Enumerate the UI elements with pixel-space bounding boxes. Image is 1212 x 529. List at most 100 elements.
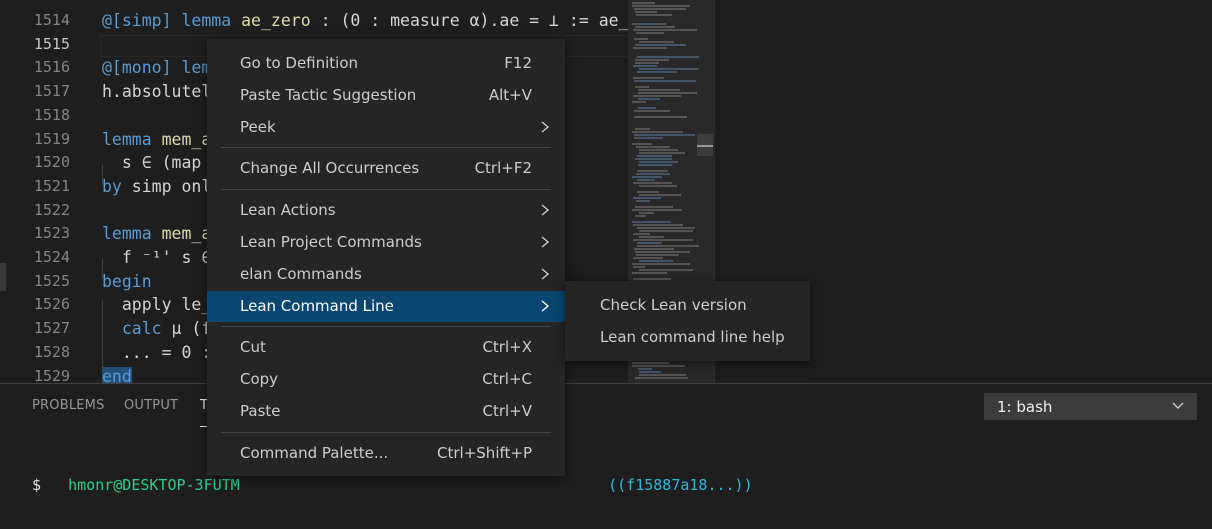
tab-problems[interactable]: PROBLEMS [32,398,105,413]
terminal-select[interactable]: 1: bash [984,393,1197,420]
code-line[interactable]: 1514 @[simp] lemma ae_zero : (0 : measure… [0,9,1212,33]
minimap-line [632,131,683,133]
menu-item-label: Lean Project Commands [240,233,422,251]
minimap-line [632,23,666,25]
menu-item-shortcut: Alt+V [488,85,532,104]
minimap-line [636,14,672,16]
code-line[interactable]: 1518 [0,104,1212,128]
code-line[interactable]: 1519lemma mem_a e f) {s [0,128,1212,152]
menu-item-copy[interactable]: Copy Ctrl+C [207,364,565,395]
minimap-line [637,245,699,247]
minimap-line [633,47,667,49]
code-line[interactable]: 1516@[mono] lem v) : μ [0,56,1212,80]
minimap-line [633,257,663,259]
minimap-line [638,98,660,100]
minimap-line [633,29,697,31]
code-token: h.absolutel [102,82,212,102]
minimap-line [634,248,674,250]
code-token: @[simp] [102,11,172,30]
line-number: 1525 [33,271,70,290]
menu-item-label: Go to Definition [240,54,359,72]
menu-item-label: Peek [240,117,276,136]
menu-item-peek[interactable]: Peek [207,112,565,143]
minimap-line [633,266,645,268]
menu-item-elan-commands[interactable]: elan Commands [207,259,565,290]
code-text: s ∈ (map [102,151,201,175]
menu-item-change-all-occurrences[interactable]: Change All Occurrences Ctrl+F2 [207,153,565,184]
chevron-right-icon [541,121,550,133]
minimap-line [633,182,672,184]
code-line[interactable]: 1524 f ⁻¹' s ∈ [0,246,1212,270]
indent-guide [102,300,103,370]
code-token: calc [121,319,162,339]
code-token: apply le_ [102,295,212,315]
chevron-right-icon [541,236,550,248]
minimap-line [639,260,673,262]
line-number: 1518 [33,105,70,124]
minimap-line [632,263,690,265]
code-token: s ∈ (map [102,153,202,173]
menu-item-check-lean-version[interactable]: Check Lean version [565,290,810,321]
minimap-line [639,236,664,238]
menu-item-paste[interactable]: Paste Ctrl+V [207,396,565,427]
context-menu: Go to Definition F12 Paste Tactic Suggesti… [207,39,565,476]
line-number: 1520 [33,153,70,172]
minimap-line [639,371,661,373]
scrollbar-position-marker [697,145,713,147]
minimap-line [632,362,669,364]
minimap-line [634,38,648,40]
terminal-branch-text: ((f15887a18...)) [608,476,753,494]
menu-item-lean-command-line-help[interactable]: Lean command line help [565,322,810,353]
menu-item-command-palette[interactable]: Command Palette... Ctrl+Shift+P [207,438,565,469]
minimap-line [637,242,662,244]
menu-separator [221,326,551,328]
code-line[interactable]: 1523lemma mem_a surable [0,222,1212,246]
menu-item-lean-actions[interactable]: Lean Actions [207,195,565,226]
line-number: 1524 [33,248,70,266]
code-line[interactable]: 1515 [0,33,1212,57]
menu-item-cut[interactable]: Cut Ctrl+X [207,332,565,363]
minimap-line [633,197,661,199]
menu-item-paste-tactic-suggestion[interactable]: Paste Tactic Suggestion Alt+V [207,80,565,111]
line-number: 1523 [33,224,70,243]
line-number: 1527 [33,319,70,338]
minimap-line [637,71,677,73]
minimap-line [635,59,669,61]
code-line[interactable]: 1520 s ∈ (map [0,151,1212,175]
minimap-line [635,206,673,208]
code-line[interactable]: 1522 [0,199,1212,223]
code-line[interactable]: 1529 end [0,365,1212,384]
minimap-line [639,185,677,187]
code-text: end [102,365,132,383]
code-token: lemma [102,224,152,244]
menu-item-label: Lean command line help [600,328,785,346]
menu-item-lean-project-commands[interactable]: Lean Project Commands [207,227,565,258]
menu-item-label: Change All Occurrences [240,159,420,178]
menu-item-label: Check Lean version [600,296,747,314]
code-token: ae_zero [241,11,311,30]
code-line[interactable]: 1521by simp onl preima [0,175,1212,199]
line-number: 1529 [33,366,70,384]
menu-item-label: Lean Command Line [240,296,394,315]
minimap-line [639,230,693,232]
minimap-line [632,2,655,4]
menu-item-go-to-definition[interactable]: Go to Definition F12 [207,48,565,79]
minimap-line [638,89,680,91]
code-text: h.absolutel [102,80,211,104]
line-number: 1515 [33,34,70,53]
minimap-line [638,368,652,370]
code-text: apply le_ [102,293,211,317]
menu-item-shortcut: Ctrl+C [482,370,532,389]
minimap-line [639,68,699,70]
code-line[interactable]: 1517 h.absolutel [0,80,1212,104]
tab-output[interactable]: OUTPUT [124,398,178,413]
menu-item-lean-command-line[interactable]: Lean Command Line [207,290,565,322]
code-token: f ⁻¹' s ∈ [102,248,212,267]
code-token: : (0 : measure α).ae = ⊥ := ae_eq [310,11,649,30]
minimap-line [634,110,670,112]
terminal-prompt[interactable]: $ [32,475,41,495]
code-token: mem_a [161,224,212,244]
